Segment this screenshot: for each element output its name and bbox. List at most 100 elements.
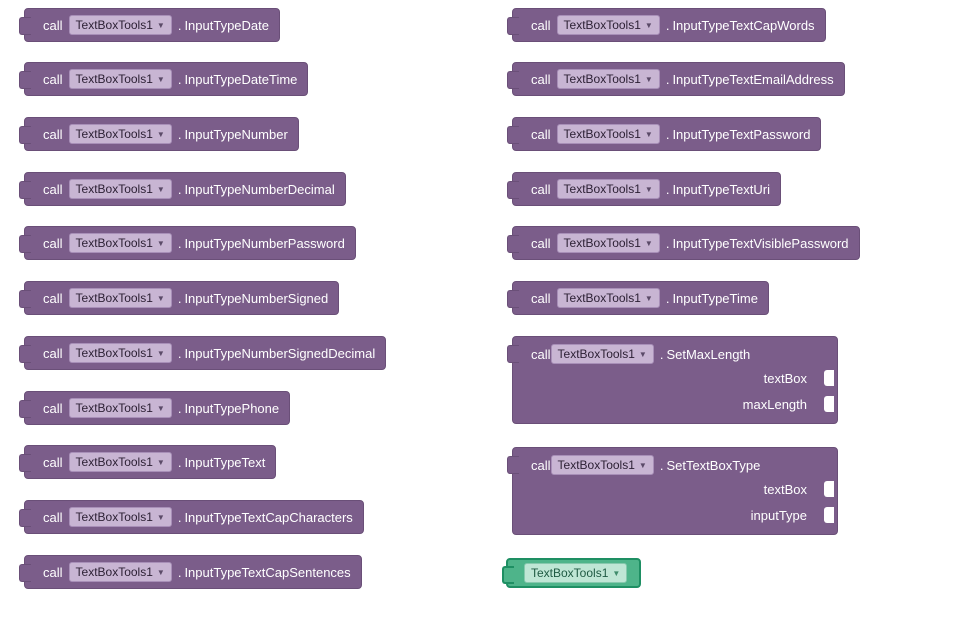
method-block[interactable]: callTextBoxTools1▼.InputTypeTextVisibleP…: [512, 226, 860, 260]
call-keyword: call: [43, 510, 63, 525]
call-keyword: call: [43, 236, 63, 251]
chevron-down-icon: ▼: [157, 294, 165, 303]
component-dropdown[interactable]: TextBoxTools1▼: [557, 124, 660, 144]
dot: .: [178, 236, 182, 251]
chevron-down-icon: ▼: [157, 458, 165, 467]
dot: .: [178, 291, 182, 306]
component-dropdown[interactable]: TextBoxTools1▼: [69, 288, 172, 308]
dot: .: [666, 127, 670, 142]
dropdown-label: TextBoxTools1: [76, 401, 153, 415]
component-dropdown[interactable]: TextBoxTools1▼: [551, 455, 654, 475]
method-name: InputTypeTextPassword: [672, 127, 810, 142]
component-dropdown[interactable]: TextBoxTools1 ▼: [69, 69, 172, 89]
param-socket[interactable]: [813, 396, 823, 412]
call-keyword: call: [43, 127, 63, 142]
component-dropdown[interactable]: TextBoxTools1▼: [69, 398, 172, 418]
method-block[interactable]: callTextBoxTools1▼.InputTypePhone: [24, 391, 290, 425]
block-notch: [19, 71, 31, 89]
block-notch: [19, 345, 31, 363]
chevron-down-icon: ▼: [645, 75, 653, 84]
chevron-down-icon: ▼: [157, 75, 165, 84]
method-block[interactable]: callTextBoxTools1▼.InputTypeNumberSigned: [24, 281, 339, 315]
chevron-down-icon: ▼: [157, 513, 165, 522]
method-block[interactable]: callTextBoxTools1▼.InputTypeTextCapWords: [512, 8, 826, 42]
dot: .: [178, 18, 182, 33]
dropdown-label: TextBoxTools1: [76, 236, 153, 250]
call-keyword: call: [531, 127, 551, 142]
method-block[interactable]: call TextBoxTools1▼.InputTypeTextPassword: [512, 117, 821, 151]
component-dropdown[interactable]: TextBoxTools1▼: [69, 124, 172, 144]
method-name: InputTypeNumberPassword: [184, 236, 344, 251]
block-notch: [19, 17, 31, 35]
method-block[interactable]: call TextBoxTools1▼.InputTypeTextEmailAdd…: [512, 62, 845, 96]
component-dropdown[interactable]: TextBoxTools1 ▼: [69, 233, 172, 253]
component-dropdown[interactable]: TextBoxTools1▼: [557, 69, 660, 89]
dropdown-label: TextBoxTools1: [76, 455, 153, 469]
component-dropdown[interactable]: TextBoxTools1▼: [524, 563, 627, 583]
chevron-down-icon: ▼: [645, 294, 653, 303]
component-dropdown[interactable]: TextBoxTools1 ▼: [69, 452, 172, 472]
method-block[interactable]: call TextBoxTools1 ▼.InputTypeNumberPasswo…: [24, 226, 356, 260]
method-block[interactable]: callTextBoxTools1▼.InputTypeText: [24, 445, 276, 479]
component-dropdown[interactable]: TextBoxTools1 ▼: [69, 15, 172, 35]
dropdown-label: TextBoxTools1: [564, 236, 641, 250]
method-block-with-params[interactable]: callTextBoxTools1▼.SetMaxLengthtextBoxma…: [512, 336, 838, 424]
method-block[interactable]: callTextBoxTools1▼.InputTypeNumberSigned…: [24, 336, 386, 370]
method-name: InputTypeNumberDecimal: [184, 182, 334, 197]
dropdown-label: TextBoxTools1: [76, 72, 153, 86]
dot: .: [666, 72, 670, 87]
block-notch: [507, 235, 519, 253]
component-reference-block[interactable]: TextBoxTools1▼: [506, 558, 641, 588]
chevron-down-icon: ▼: [645, 239, 653, 248]
component-dropdown[interactable]: TextBoxTools1▼: [551, 344, 654, 364]
component-dropdown[interactable]: TextBoxTools1▼: [69, 343, 172, 363]
block-notch: [507, 290, 519, 308]
dropdown-label: TextBoxTools1: [76, 127, 153, 141]
method-name: InputTypeDateTime: [184, 72, 297, 87]
dropdown-label: TextBoxTools1: [76, 18, 153, 32]
method-name: InputTypeTextCapWords: [672, 18, 814, 33]
method-block[interactable]: callTextBoxTools1▼.InputTypeDate: [24, 8, 280, 42]
component-dropdown[interactable]: TextBoxTools1▼: [557, 15, 660, 35]
call-keyword: call: [43, 455, 63, 470]
component-dropdown[interactable]: TextBoxTools1▼: [69, 562, 172, 582]
method-block[interactable]: callTextBoxTools1▼.InputTypeNumber: [24, 117, 299, 151]
param-socket[interactable]: [813, 507, 823, 523]
method-name: InputTypeNumberSignedDecimal: [184, 346, 375, 361]
component-dropdown[interactable]: TextBoxTools1▼: [557, 288, 660, 308]
component-dropdown[interactable]: TextBoxTools1▼: [69, 179, 172, 199]
method-block[interactable]: callTextBoxTools1▼.InputTypeTextCapSente…: [24, 555, 362, 589]
call-keyword: call: [43, 401, 63, 416]
method-name: InputTypeTextEmailAddress: [672, 72, 833, 87]
method-name: SetTextBoxType: [666, 458, 760, 473]
dropdown-label: TextBoxTools1: [76, 182, 153, 196]
dropdown-label: TextBoxTools1: [558, 458, 635, 472]
call-keyword: call: [531, 18, 551, 33]
component-dropdown[interactable]: TextBoxTools1▼: [557, 179, 660, 199]
method-block-with-params[interactable]: callTextBoxTools1▼.SetTextBoxTypetextBox…: [512, 447, 838, 535]
dot: .: [660, 347, 664, 362]
chevron-down-icon: ▼: [157, 239, 165, 248]
method-block[interactable]: callTextBoxTools1▼.InputTypeNumberDecima…: [24, 172, 346, 206]
call-keyword: call: [43, 72, 63, 87]
component-dropdown[interactable]: TextBoxTools1▼: [69, 507, 172, 527]
method-block[interactable]: callTextBoxTools1▼.InputTypeTextCapChara…: [24, 500, 364, 534]
param-socket[interactable]: [813, 481, 823, 497]
param-socket[interactable]: [813, 370, 823, 386]
method-block[interactable]: callTextBoxTools1▼.InputTypeTime: [512, 281, 769, 315]
block-notch: [507, 17, 519, 35]
method-name: InputTypeTextCapCharacters: [184, 510, 352, 525]
chevron-down-icon: ▼: [157, 21, 165, 30]
method-block[interactable]: call TextBoxTools1 ▼.InputTypeDateTime: [24, 62, 308, 96]
method-name: InputTypeNumberSigned: [184, 291, 328, 306]
block-notch: [19, 235, 31, 253]
dropdown-label: TextBoxTools1: [76, 346, 153, 360]
dot: .: [660, 458, 664, 473]
dot: .: [666, 236, 670, 251]
param-label: maxLength: [743, 397, 807, 412]
call-keyword: call: [531, 72, 551, 87]
component-dropdown[interactable]: TextBoxTools1 ▼: [557, 233, 660, 253]
dot: .: [178, 72, 182, 87]
call-keyword: call: [43, 182, 63, 197]
method-block[interactable]: callTextBoxTools1▼.InputTypeTextUri: [512, 172, 781, 206]
